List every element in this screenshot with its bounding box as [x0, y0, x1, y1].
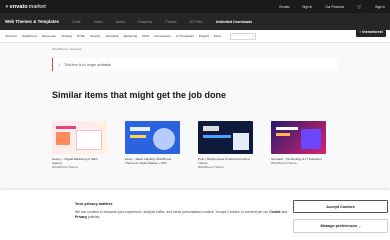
- sub-nav: All Items WordPress Elementor Hosting HT…: [0, 27, 390, 43]
- logo-suffix: market: [28, 3, 46, 10]
- main-nav-item[interactable]: Code: [72, 20, 81, 24]
- warning-icon: !: [59, 62, 61, 67]
- chevron-right-icon: ›: [359, 223, 361, 229]
- breadcrumb: WordPress / Creative: [52, 47, 82, 51]
- sub-nav-item[interactable]: Jamstack: [105, 34, 118, 38]
- similar-items-list: Seomy - Digital Marketing & SEO Agency W…: [52, 121, 326, 169]
- main-nav-item[interactable]: Graphics: [138, 20, 152, 24]
- main-nav-web-themes[interactable]: Web Themes & Templates: [5, 19, 59, 24]
- top-nav-item[interactable]: Envato: [279, 5, 289, 9]
- sub-nav-item[interactable]: UI Templates: [176, 34, 194, 38]
- sub-nav-item[interactable]: More: [214, 34, 221, 38]
- leaf-icon: ●: [5, 3, 9, 10]
- badge-label: themeforest: [362, 30, 383, 34]
- sub-nav-item[interactable]: HTML: [77, 34, 85, 38]
- main-nav: Web Themes & Templates Code Video Audio …: [0, 13, 390, 30]
- logo-text: envato: [9, 3, 28, 10]
- item-title[interactable]: Keely - Sales Landing WordPress Theme fo…: [125, 157, 180, 165]
- item-card[interactable]: Seomy - Digital Marketing & SEO Agency W…: [52, 121, 107, 169]
- manage-preferences-button[interactable]: Manage preferences ›: [293, 219, 388, 233]
- item-card[interactable]: Pofo | Multipurpose & WooCommerce Theme …: [198, 121, 253, 169]
- item-category: WordPress Theme: [52, 165, 78, 169]
- item-title[interactable]: Seomy - Digital Marketing & SEO Agency: [52, 157, 107, 165]
- sign-in-link[interactable]: Sign In: [375, 5, 385, 9]
- privacy-policy-link[interactable]: Privacy: [75, 215, 87, 219]
- notice-text: This item is no longer available: [64, 62, 111, 67]
- leaf-icon: ●: [359, 30, 362, 34]
- sub-nav-item[interactable]: Marketing: [124, 34, 138, 38]
- main-nav-item[interactable]: Audio: [116, 20, 125, 24]
- sub-nav-item[interactable]: WordPress: [22, 34, 37, 38]
- sub-nav-item[interactable]: CMS: [142, 34, 149, 38]
- themeforest-badge[interactable]: ● themeforest: [356, 27, 386, 37]
- item-category: WordPress Theme: [198, 165, 224, 169]
- sub-nav-item[interactable]: eCommerce: [154, 34, 171, 38]
- sub-nav-item[interactable]: Shopify: [90, 34, 100, 38]
- top-bar: ● envato market Envato Sign In Our Produ…: [0, 0, 390, 13]
- breadcrumb-item[interactable]: Creative: [70, 47, 82, 51]
- search-icon[interactable]: ⌕: [252, 34, 254, 38]
- sub-nav-item[interactable]: Plugins: [199, 34, 209, 38]
- item-card[interactable]: Tekmatic - Technology & IT Solutions Wor…: [271, 121, 326, 169]
- cookie-text: We use cookies to enhance your experienc…: [75, 210, 290, 220]
- section-heading: Similar items that might get the job don…: [52, 90, 227, 100]
- top-nav: Envato Sign In Our Products 🛒 Sign In: [279, 4, 385, 9]
- envato-logo[interactable]: ● envato market: [5, 4, 46, 10]
- cookie-policy-link[interactable]: Cookie: [269, 210, 280, 214]
- item-card[interactable]: Keely - Sales Landing WordPress Theme fo…: [125, 121, 180, 169]
- item-thumbnail[interactable]: [271, 121, 326, 154]
- item-thumbnail[interactable]: [52, 121, 107, 154]
- item-thumbnail[interactable]: [198, 121, 253, 154]
- top-nav-item[interactable]: Sign In: [302, 5, 312, 9]
- unlimited-downloads-link[interactable]: Unlimited Downloads: [216, 20, 253, 24]
- cookie-title: Your privacy matters: [75, 202, 113, 206]
- main-nav-item[interactable]: 3D Files: [190, 20, 203, 24]
- item-title[interactable]: Pofo | Multipurpose & WooCommerce Theme: [198, 157, 253, 165]
- sub-nav-item[interactable]: Elementor: [42, 34, 56, 38]
- cookie-text-part: and: [280, 210, 288, 214]
- breadcrumb-separator: /: [68, 47, 70, 51]
- search-input[interactable]: ⌕: [230, 32, 257, 40]
- sub-nav-item[interactable]: Hosting: [61, 34, 72, 38]
- cookie-text-part: policies.: [87, 215, 101, 220]
- main-nav-item[interactable]: Photos: [165, 20, 176, 24]
- cart-icon[interactable]: 🛒: [357, 4, 362, 9]
- accept-cookies-button[interactable]: Accept Cookies: [293, 200, 388, 213]
- main-nav-item[interactable]: Video: [94, 20, 103, 24]
- cookie-text-part: We use cookies to enhance your experienc…: [75, 210, 270, 214]
- item-category: WordPress Theme: [271, 161, 297, 165]
- breadcrumb-item[interactable]: WordPress: [52, 47, 67, 51]
- item-thumbnail[interactable]: [125, 121, 180, 154]
- unavailable-notice: ! This item is no longer available: [52, 58, 337, 71]
- sub-nav-item[interactable]: All Items: [5, 34, 17, 38]
- top-nav-item[interactable]: Our Products: [325, 5, 344, 9]
- manage-preferences-label: Manage preferences: [320, 224, 358, 228]
